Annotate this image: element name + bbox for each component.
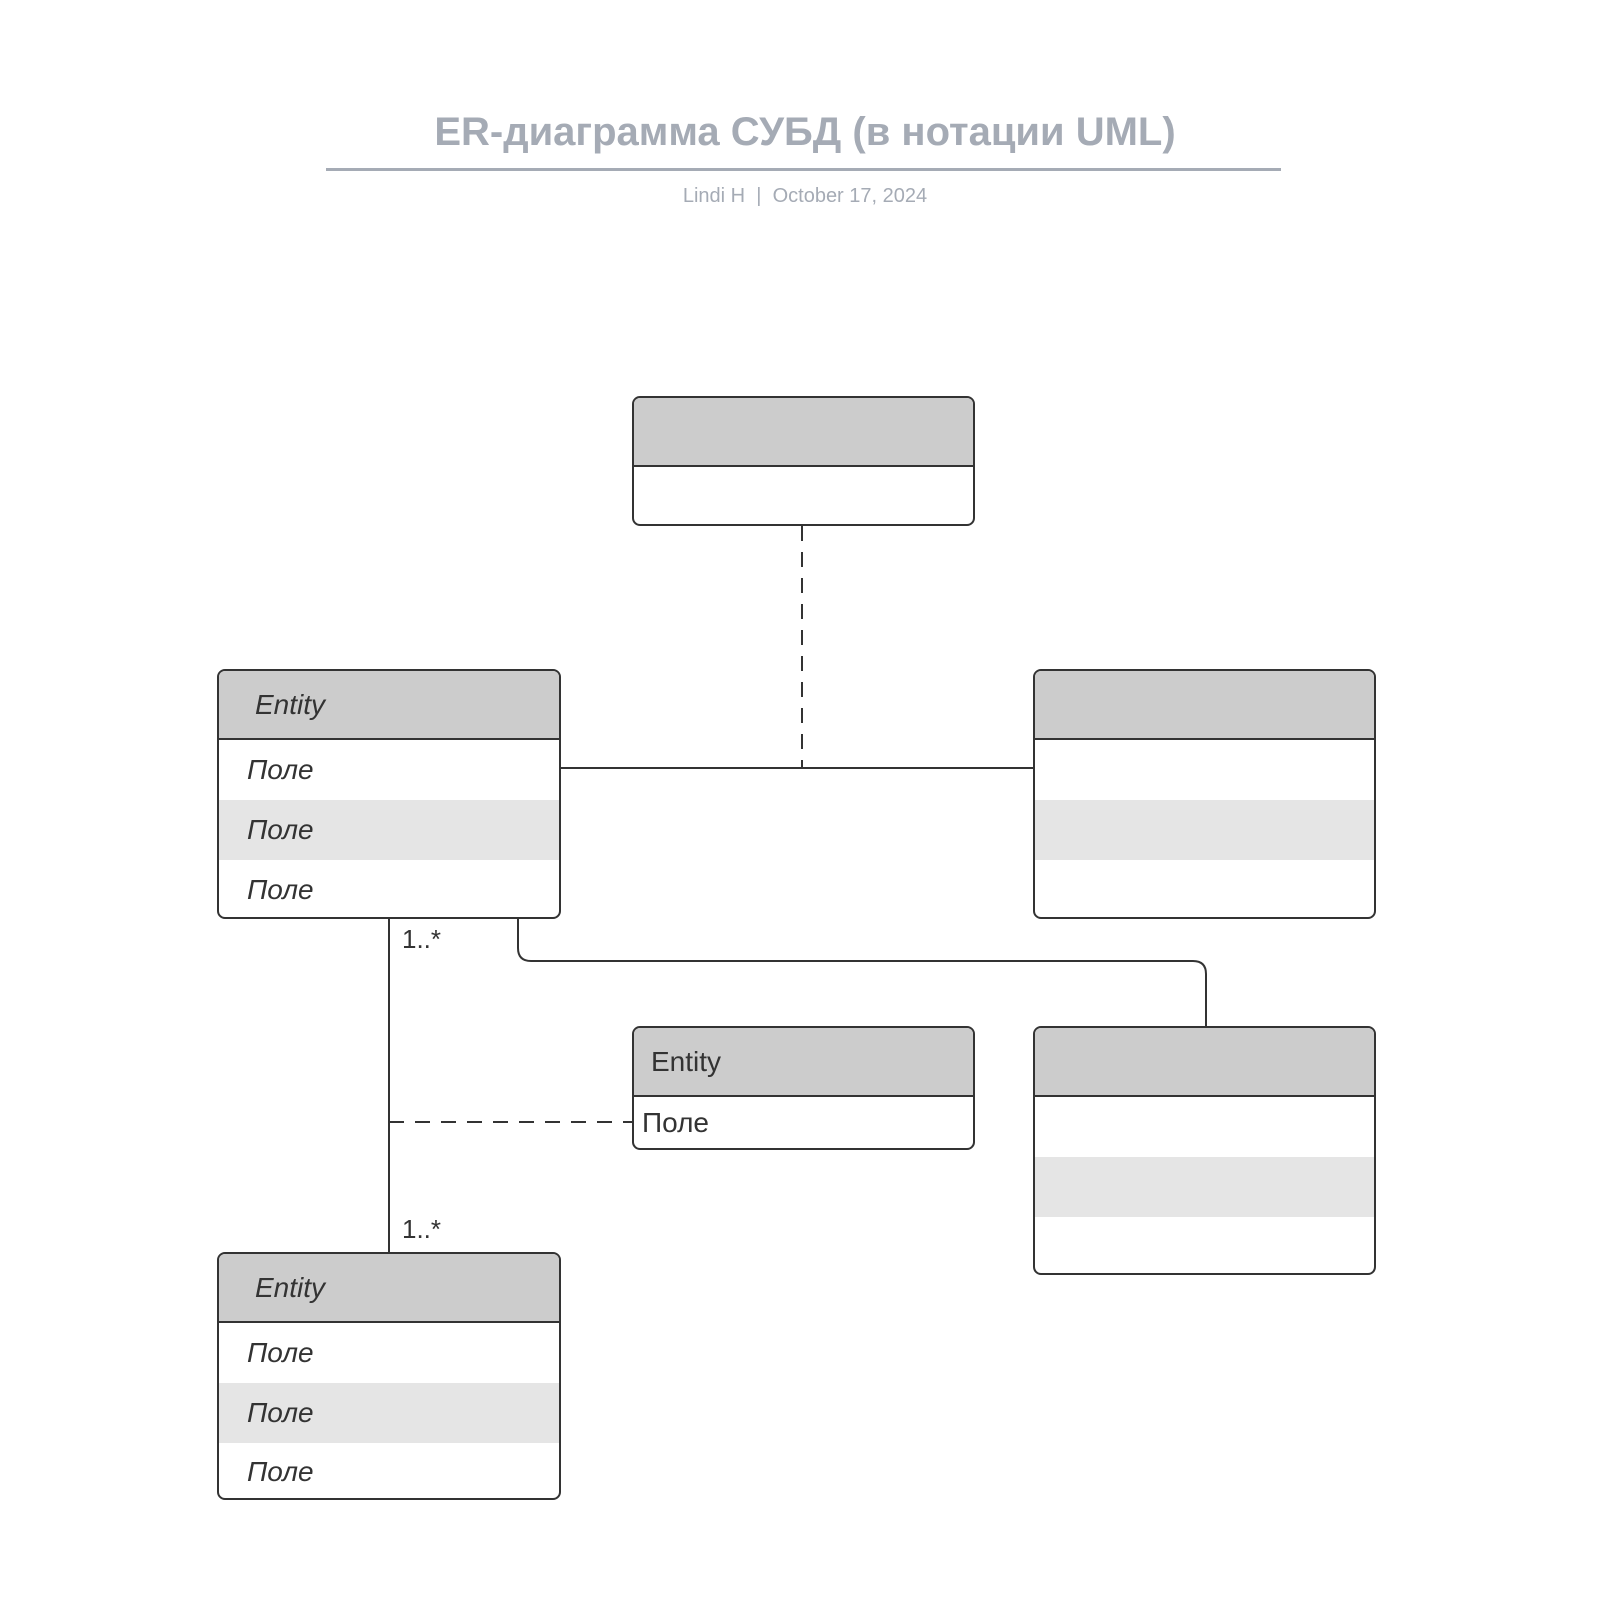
entity-field: Поле	[247, 1337, 314, 1368]
entity-field	[1035, 800, 1374, 860]
entity-field	[1035, 1157, 1374, 1217]
entity-header: Entity	[634, 1028, 973, 1097]
entity-header	[1035, 1028, 1374, 1097]
entity-left[interactable]: Entity Поле Поле Поле	[217, 669, 561, 919]
entity-header: Entity	[219, 671, 559, 740]
entity-field: Поле	[247, 754, 314, 785]
multiplicity-label-top: 1..*	[402, 924, 442, 954]
entity-field: Поле	[219, 800, 559, 860]
entity-field: Поле	[247, 874, 314, 905]
association-left-bottom-right[interactable]	[517, 918, 1207, 1026]
entity-field: Поле	[642, 1106, 709, 1138]
entity-bottom-left[interactable]: Entity Поле Поле Поле	[217, 1252, 561, 1500]
entity-header	[1035, 671, 1374, 740]
entity-top[interactable]	[632, 396, 975, 526]
entity-header	[634, 398, 973, 467]
entity-field	[1035, 860, 1374, 917]
entity-field	[1035, 740, 1374, 800]
entity-field: Поле	[247, 1455, 314, 1487]
entity-middle[interactable]: Entity Поле	[632, 1026, 975, 1150]
entity-field	[1035, 1217, 1374, 1273]
multiplicity-label-bottom: 1..*	[402, 1214, 442, 1244]
entity-bottom-right[interactable]	[1033, 1026, 1376, 1275]
entity-field	[1035, 1097, 1374, 1157]
entity-field: Поле	[219, 1383, 559, 1443]
entity-header: Entity	[219, 1254, 559, 1323]
entity-field	[634, 467, 973, 524]
entity-right[interactable]	[1033, 669, 1376, 919]
